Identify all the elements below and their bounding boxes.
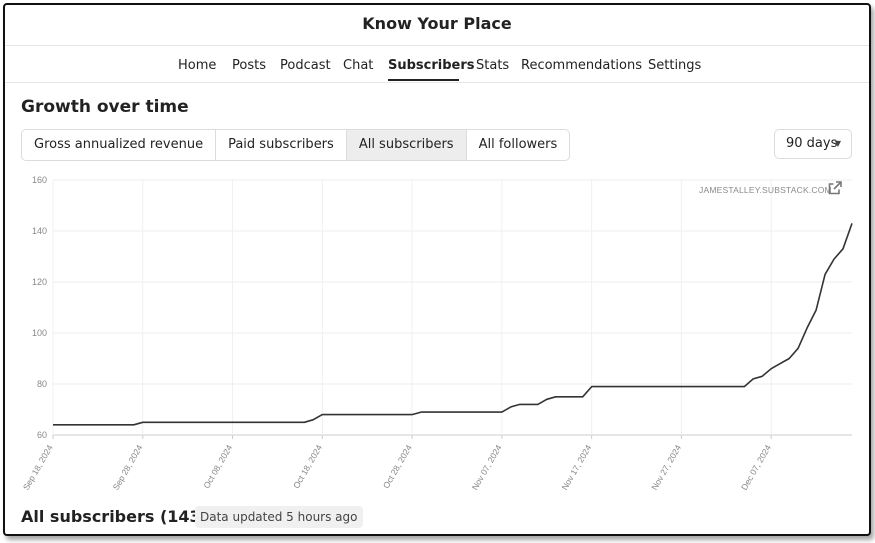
range-value: 90 days — [786, 136, 838, 151]
y-tick-label: 120 — [32, 277, 47, 287]
tab-all-followers[interactable]: All followers — [467, 130, 570, 160]
x-tick-label: Oct 28, 2024 — [381, 443, 414, 490]
x-tick-label: Oct 18, 2024 — [291, 443, 324, 490]
caret-down-icon: ▼ — [834, 139, 841, 148]
x-tick-label: Oct 08, 2024 — [201, 443, 234, 490]
x-tick-label: Dec 07, 2024 — [739, 443, 773, 492]
section-heading: Growth over time — [21, 97, 189, 117]
active-tab-indicator — [388, 79, 459, 81]
x-tick-label: Nov 17, 2024 — [559, 443, 593, 492]
y-tick-label: 80 — [37, 379, 47, 389]
subscribers-line — [53, 223, 853, 426]
nav-chat[interactable]: Chat — [343, 58, 373, 73]
nav-bar: Home Posts Podcast Chat Subscribers Stat… — [5, 46, 869, 83]
metric-tabs: Gross annualized revenue Paid subscriber… — [21, 129, 571, 161]
nav-settings[interactable]: Settings — [648, 58, 701, 73]
app-window: Know Your Place Home Posts Podcast Chat … — [3, 3, 871, 536]
tab-all-subscribers[interactable]: All subscribers — [346, 130, 467, 160]
subscribers-chart: 60 80 100 120 140 160 Sep 18, 2024 Sep 28, 2024… — [21, 175, 853, 492]
x-tick-label: Nov 07, 2024 — [470, 443, 504, 492]
y-tick-label: 160 — [32, 175, 47, 185]
y-tick-label: 140 — [32, 226, 47, 236]
x-tick-label: Sep 18, 2024 — [21, 443, 55, 492]
y-tick-label: 100 — [32, 328, 47, 338]
nav-stats[interactable]: Stats — [476, 58, 509, 73]
subscriber-count-title: All subscribers (143) — [21, 507, 208, 526]
nav-home[interactable]: Home — [178, 58, 216, 73]
publication-title: Know Your Place — [362, 14, 512, 33]
publication-link[interactable]: JAMESTALLEY.SUBSTACK.COM — [699, 185, 832, 195]
title-bar: Know Your Place — [5, 5, 869, 46]
nav-recommendations[interactable]: Recommendations — [521, 58, 642, 73]
nav-podcast[interactable]: Podcast — [280, 58, 331, 73]
data-updated-badge: Data updated 5 hours ago — [195, 506, 363, 528]
nav-posts[interactable]: Posts — [232, 58, 266, 73]
external-link-icon[interactable] — [828, 181, 842, 195]
tab-paid-subscribers[interactable]: Paid subscribers — [216, 130, 347, 160]
tab-gross-annualized-revenue[interactable]: Gross annualized revenue — [22, 130, 217, 160]
x-tick-label: Nov 27, 2024 — [649, 443, 683, 492]
nav-subscribers[interactable]: Subscribers — [388, 58, 475, 73]
y-tick-label: 60 — [37, 430, 47, 440]
range-dropdown[interactable]: 90 days ▼ — [774, 129, 852, 159]
x-tick-label: Sep 28, 2024 — [111, 443, 145, 492]
